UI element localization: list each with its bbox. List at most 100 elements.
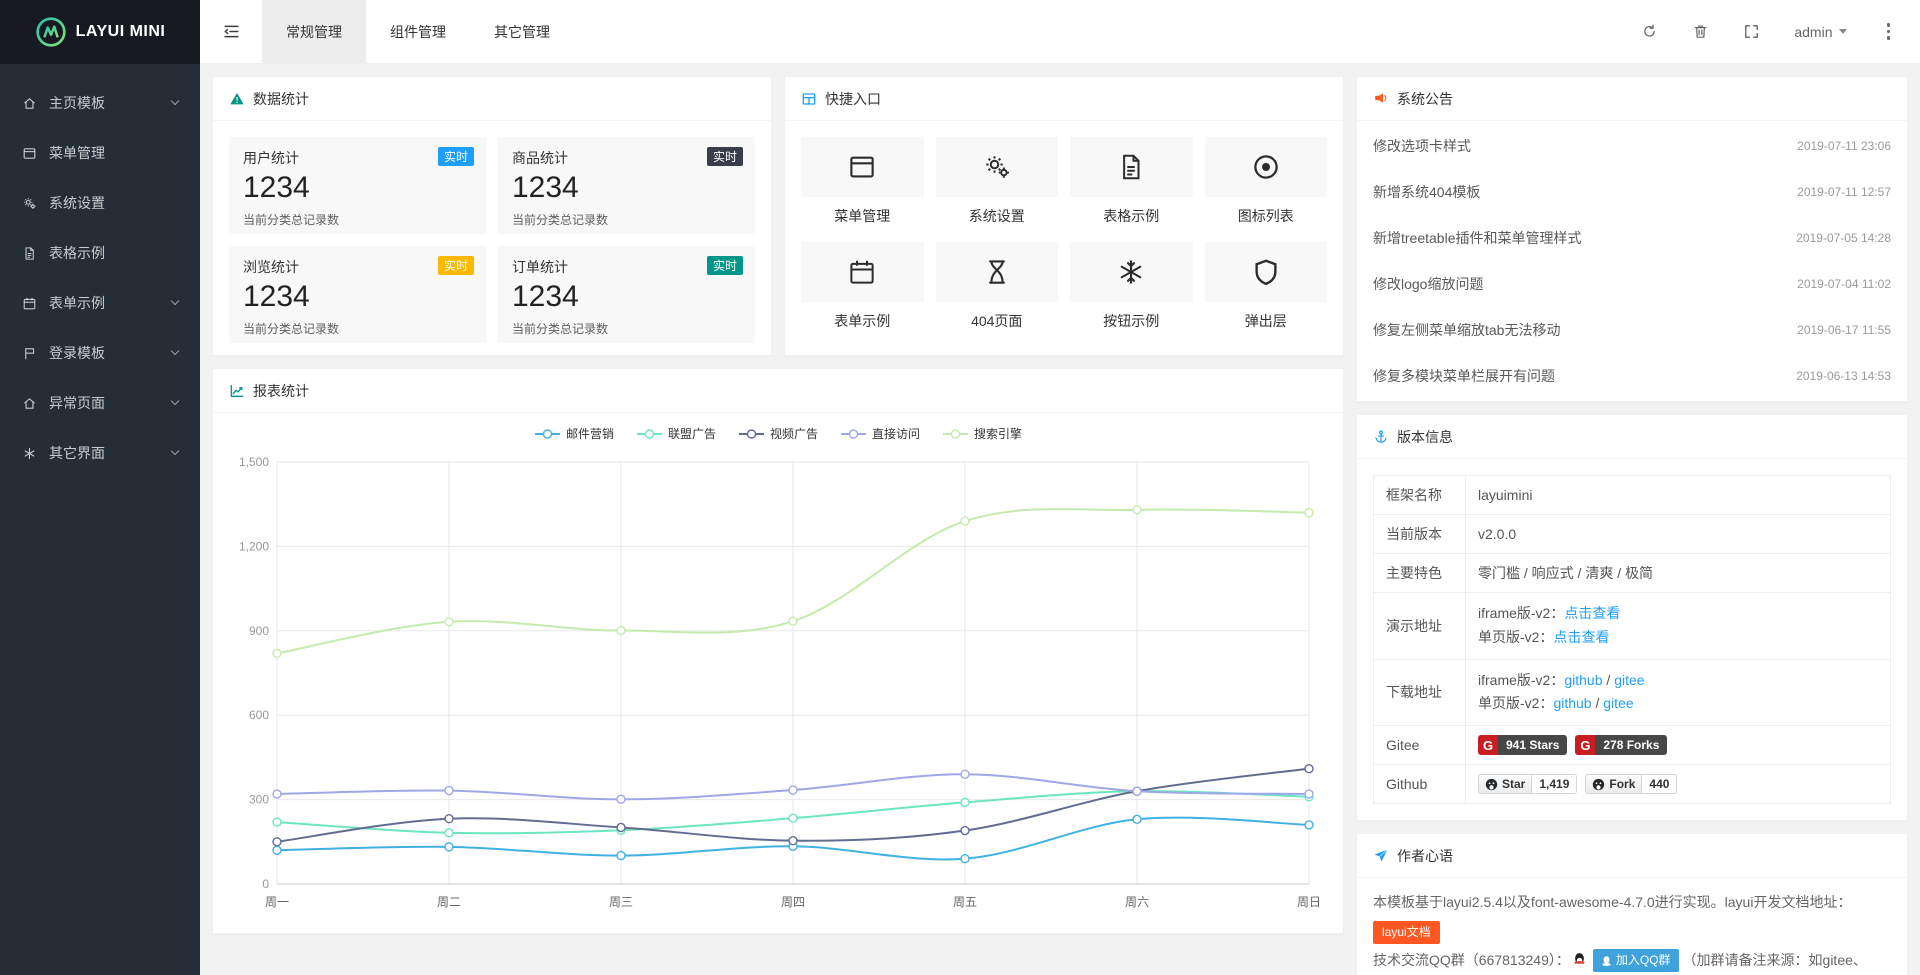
gitee-logo-icon: G	[1478, 735, 1498, 755]
calendar-icon	[22, 296, 37, 311]
tab-qita-guanli[interactable]: 其它管理	[470, 0, 574, 63]
version-table: 框架名称 layuimini 当前版本 v2.0.0 主要特色 零门槛 / 响应…	[1373, 475, 1891, 804]
logo-area: LAYUI MINI	[0, 0, 200, 64]
trash-icon[interactable]	[1692, 23, 1709, 40]
tab-zujian-guanli[interactable]: 组件管理	[366, 0, 470, 63]
github-logo-icon	[1592, 778, 1605, 791]
table-icon	[801, 91, 817, 107]
sidebar-item-home-template[interactable]: 主页模板	[0, 78, 200, 128]
sidebar-item-form-demo[interactable]: 表单示例	[0, 278, 200, 328]
card-title: 作者心语	[1397, 846, 1453, 866]
sidebar-item-label: 表单示例	[49, 293, 105, 313]
github-star-button[interactable]: Star 1,419	[1478, 774, 1577, 794]
home-icon	[22, 96, 37, 111]
svg-text:周一: 周一	[265, 895, 289, 909]
user-menu[interactable]: admin	[1794, 24, 1846, 40]
status-badge: 实时	[707, 147, 743, 166]
sidebar-item-error-pages[interactable]: 异常页面	[0, 378, 200, 428]
legend-marker-icon	[840, 428, 867, 440]
quick-entry-menu-management[interactable]: 菜单管理	[801, 137, 924, 226]
announcement-list: 修改选项卡样式 2019-07-11 23:06 新增系统404模板 2019-…	[1357, 121, 1907, 401]
announcements-header: 系统公告	[1357, 77, 1907, 121]
download-github-link[interactable]: github	[1564, 672, 1602, 688]
sidebar-item-label: 主页模板	[49, 93, 105, 113]
chevron-down-icon	[1839, 29, 1847, 34]
chevron-down-icon	[171, 347, 179, 355]
svg-text:900: 900	[249, 624, 269, 638]
svg-text:周日: 周日	[1297, 895, 1321, 909]
quick-entry-table-demo[interactable]: 表格示例	[1070, 137, 1193, 226]
sidebar-item-system-settings[interactable]: 系统设置	[0, 178, 200, 228]
quick-entry-form-demo[interactable]: 表单示例	[801, 242, 924, 331]
tab-changgui-guanli[interactable]: 常规管理	[262, 0, 366, 63]
quick-entry-404-page[interactable]: 404页面	[936, 242, 1059, 331]
layui-doc-badge[interactable]: layui文档	[1373, 921, 1440, 944]
announcement-item[interactable]: 修复左侧菜单缩放tab无法移动 2019-06-17 11:55	[1357, 307, 1907, 353]
quick-entry-card: 快捷入口 菜单管理 系统设置 表格示例	[784, 76, 1344, 356]
sidebar-item-table-demo[interactable]: 表格示例	[0, 228, 200, 278]
svg-text:周二: 周二	[437, 895, 461, 909]
download-github-link[interactable]: github	[1553, 695, 1591, 711]
legend-marker-icon	[534, 428, 561, 440]
quick-entry-icon-list[interactable]: 图标列表	[1205, 137, 1328, 226]
shield-icon	[1251, 257, 1281, 287]
legend-item[interactable]: 直接访问	[840, 425, 920, 442]
penguin-icon	[1601, 955, 1612, 967]
dot-circle-icon	[1251, 152, 1281, 182]
report-card: 报表统计 邮件营销联盟广告视频广告直接访问搜索引擎 周一周二周三周四周五周六周日…	[212, 368, 1344, 934]
announcement-item[interactable]: 修改logo缩放问题 2019-07-04 11:02	[1357, 261, 1907, 307]
legend-item[interactable]: 邮件营销	[534, 425, 614, 442]
announcement-item[interactable]: 修复多模块菜单栏展开有问题 2019-06-13 14:53	[1357, 353, 1907, 399]
quick-entry-system-settings[interactable]: 系统设置	[936, 137, 1059, 226]
sidebar-item-login-template[interactable]: 登录模板	[0, 328, 200, 378]
hourglass-icon	[982, 257, 1012, 287]
legend-item[interactable]: 搜索引擎	[942, 425, 1022, 442]
legend-marker-icon	[636, 428, 663, 440]
asterisk-icon	[22, 446, 37, 461]
sidebar-item-label: 系统设置	[49, 193, 105, 213]
github-fork-button[interactable]: Fork 440	[1585, 774, 1677, 794]
svg-text:周五: 周五	[953, 895, 977, 909]
quick-entry-popup-layer[interactable]: 弹出层	[1205, 242, 1328, 331]
anchor-icon	[1373, 429, 1389, 445]
legend-item[interactable]: 联盟广告	[636, 425, 716, 442]
announcement-item[interactable]: 修改选项卡样式 2019-07-11 23:06	[1357, 123, 1907, 169]
sidebar-item-other-ui[interactable]: 其它界面	[0, 428, 200, 478]
more-menu-icon[interactable]	[1881, 19, 1897, 44]
stat-card-orders: 实时 订单统计 1234 当前分类总记录数	[498, 246, 755, 343]
version-info-card: 版本信息 框架名称 layuimini 当前版本 v2.0.0 主要特色 零门槛…	[1356, 414, 1908, 821]
quick-entry-button-demo[interactable]: 按钮示例	[1070, 242, 1193, 331]
user-name: admin	[1794, 24, 1832, 40]
header-tabs: 常规管理 组件管理 其它管理	[262, 0, 574, 63]
download-gitee-link[interactable]: gitee	[1614, 672, 1644, 688]
svg-text:周三: 周三	[609, 895, 633, 909]
gitee-forks-badge[interactable]: G 278 Forks	[1575, 735, 1667, 755]
card-title: 报表统计	[253, 381, 309, 401]
menu-collapse-button[interactable]	[200, 0, 262, 63]
github-logo-icon	[1485, 778, 1498, 791]
header: 常规管理 组件管理 其它管理 admin	[200, 0, 1920, 64]
chevron-down-icon	[171, 97, 179, 105]
download-gitee-link[interactable]: gitee	[1603, 695, 1633, 711]
legend-marker-icon	[942, 428, 969, 440]
warning-triangle-icon	[229, 91, 245, 107]
sidebar-item-label: 表格示例	[49, 243, 105, 263]
refresh-icon[interactable]	[1641, 23, 1658, 40]
gitee-logo-icon: G	[1575, 735, 1595, 755]
author-header: 作者心语	[1357, 834, 1907, 878]
demo-iframe-link[interactable]: 点击查看	[1564, 605, 1620, 621]
fullscreen-icon[interactable]	[1743, 23, 1760, 40]
chart-line-icon	[229, 383, 245, 399]
legend-item[interactable]: 视频广告	[738, 425, 818, 442]
announcement-item[interactable]: 新增treetable插件和菜单管理样式 2019-07-05 14:28	[1357, 215, 1907, 261]
announcement-item[interactable]: 新增系统404模板 2019-07-11 12:57	[1357, 169, 1907, 215]
join-qq-group-badge[interactable]: 加入QQ群	[1593, 949, 1679, 972]
gitee-stars-badge[interactable]: G 941 Stars	[1478, 735, 1567, 755]
chart-legend: 邮件营销 联盟广告 视频广告 直接访问 搜索引擎	[213, 425, 1343, 442]
svg-text:1,500: 1,500	[239, 455, 269, 469]
sidebar-item-label: 异常页面	[49, 393, 105, 413]
sidebar-item-menu-management[interactable]: 菜单管理	[0, 128, 200, 178]
demo-spa-link[interactable]: 点击查看	[1553, 629, 1609, 645]
qq-logo-icon[interactable]	[1572, 948, 1587, 975]
table-row: 演示地址 iframe版-v2：点击查看 单页版-v2：点击查看	[1374, 593, 1891, 660]
